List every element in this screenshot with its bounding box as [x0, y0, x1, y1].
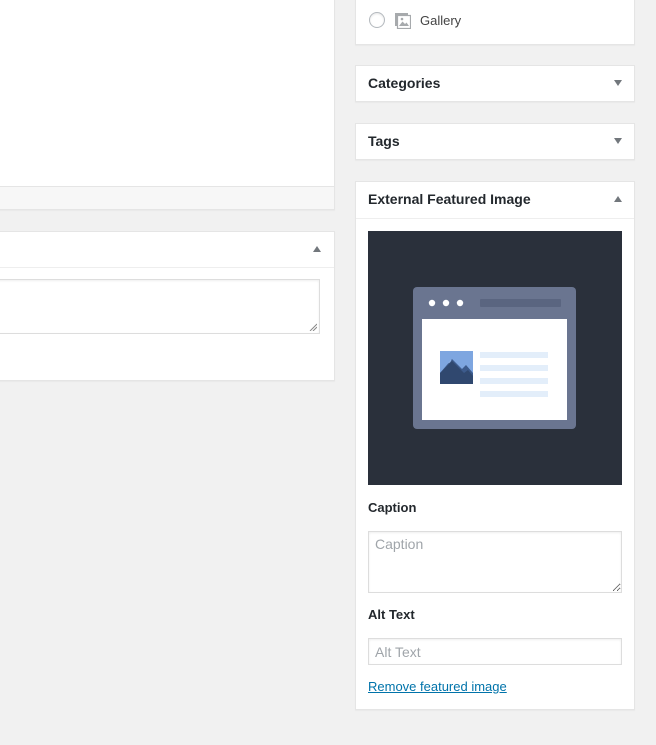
categories-metabox[interactable]: Categories	[355, 65, 635, 102]
gallery-radio[interactable]	[369, 12, 385, 28]
resize-grip-icon[interactable]	[309, 323, 317, 331]
categories-title: Categories	[368, 75, 441, 91]
triangle-up-icon[interactable]	[614, 196, 622, 202]
efi-title: External Featured Image	[368, 191, 531, 207]
external-featured-image-metabox: External Featured Image Caption Alt Text…	[355, 181, 635, 710]
collapse-toggle-icon[interactable]	[313, 246, 321, 252]
caption-field[interactable]	[368, 531, 622, 593]
excerpt-textarea[interactable]	[0, 279, 320, 334]
triangle-down-icon[interactable]	[614, 138, 622, 144]
caption-label: Caption	[368, 500, 417, 515]
post-format-metabox: Gallery	[355, 0, 635, 45]
tags-title: Tags	[368, 133, 400, 149]
featured-image-preview[interactable]	[368, 231, 622, 485]
excerpt-metabox	[0, 231, 335, 381]
browser-window-image-icon	[413, 287, 576, 429]
remove-featured-image-link[interactable]: Remove featured image	[368, 679, 507, 694]
format-option-gallery[interactable]: Gallery	[369, 11, 461, 29]
post-editor-area[interactable]	[0, 0, 335, 210]
format-option-label: Gallery	[420, 12, 462, 28]
efi-header[interactable]: External Featured Image	[356, 182, 634, 219]
alt-text-field[interactable]	[368, 638, 622, 665]
tags-metabox[interactable]: Tags	[355, 123, 635, 160]
alt-text-label: Alt Text	[368, 607, 415, 622]
triangle-down-icon[interactable]	[614, 80, 622, 86]
gallery-icon	[394, 12, 412, 29]
editor-status-bar	[0, 186, 334, 209]
excerpt-metabox-header[interactable]	[0, 232, 334, 268]
